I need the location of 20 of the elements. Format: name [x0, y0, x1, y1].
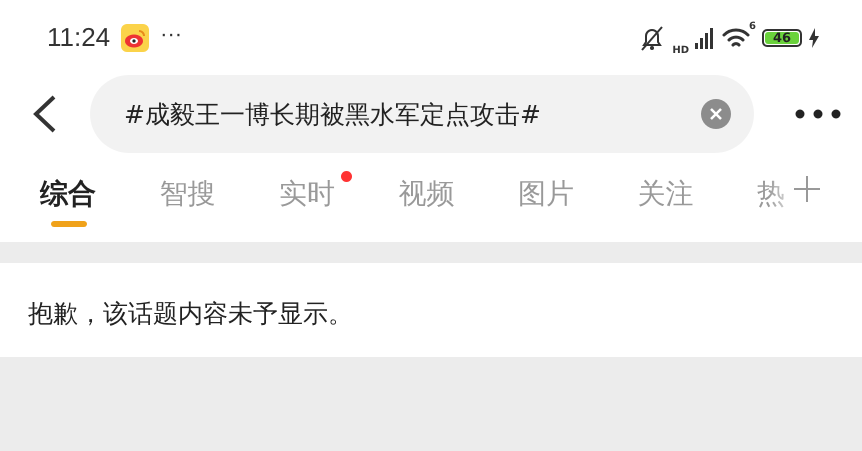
search-field[interactable]: #成毅王一博长期被黑水军定点攻击#	[90, 75, 754, 153]
signal-icon	[695, 26, 716, 50]
tab[interactable]: 热	[757, 175, 785, 213]
wifi-icon	[721, 26, 752, 50]
tab[interactable]: 视频	[398, 175, 454, 213]
clock-time: 11:24	[47, 22, 110, 53]
wifi-generation: 6	[749, 21, 756, 32]
tab[interactable]: 综合	[40, 175, 96, 213]
add-icon[interactable]	[793, 175, 821, 203]
tab[interactable]: 智搜	[160, 175, 216, 213]
tab[interactable]: 实时	[279, 175, 335, 213]
more-indicator: ···	[160, 20, 182, 46]
network-type: HD	[672, 45, 690, 56]
battery-indicator: 46	[762, 28, 802, 46]
app-icon	[120, 22, 150, 52]
tab[interactable]: 关注	[638, 175, 694, 213]
clear-icon[interactable]	[700, 98, 732, 130]
tab[interactable]: 图片	[518, 175, 574, 213]
notice-text: 抱歉，该话题内容未予显示。	[28, 299, 353, 328]
more-icon[interactable]	[794, 108, 842, 120]
